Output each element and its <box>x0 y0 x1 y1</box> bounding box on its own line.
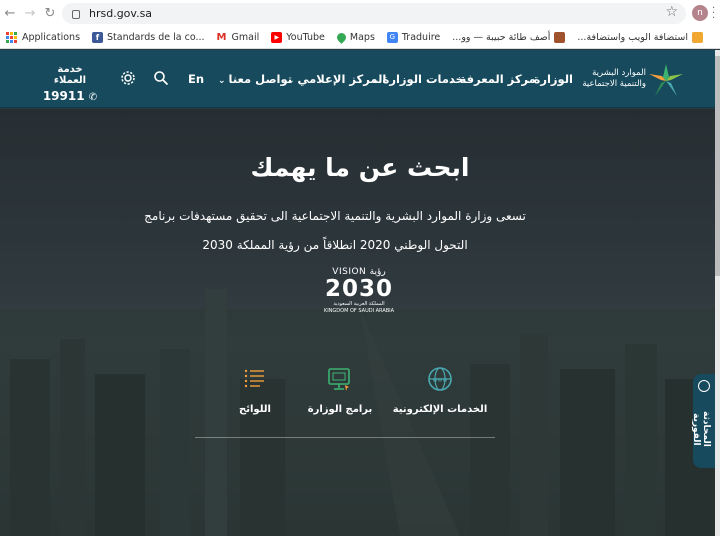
hero-subtitle: تسعى وزارة الموارد البشرية والتنمية الاج… <box>144 209 526 252</box>
customer-service-hotline[interactable]: خدمة العملاء 19911 ✆ <box>40 64 100 103</box>
nav-label: تواصل معنا <box>228 72 293 86</box>
logo-line-2: والتنمية الاجتماعية <box>582 79 646 89</box>
bookmark-label: Gmail <box>231 32 260 43</box>
translate-icon: G <box>386 32 398 43</box>
bookmark-label: استضافة الويب واستضافة... <box>577 32 688 43</box>
nav-ministry[interactable]: الوزارة⌄ <box>523 72 573 86</box>
bookmark-arabic-2[interactable]: استضافة الويب واستضافة... <box>577 32 703 43</box>
hero-divider <box>195 437 495 438</box>
live-chat-label: المحادثة الفورية <box>691 411 711 447</box>
chevron-down-icon: ⌄ <box>523 76 531 86</box>
bookmark-label: Traduire <box>401 32 441 43</box>
chevron-down-icon: ⌄ <box>449 76 457 86</box>
lock-icon <box>72 10 80 19</box>
reload-icon[interactable]: ↻ <box>40 6 60 21</box>
nav-contact[interactable]: تواصل معنا⌄ <box>218 72 292 86</box>
bookmark-standards[interactable]: f Standards de la co... <box>92 32 205 43</box>
url-text: hrsd.gov.sa <box>89 7 153 20</box>
vision-year: 2030 <box>324 276 393 302</box>
vision-en-line: KINGDOM OF SAUDI ARABIA <box>323 308 395 314</box>
list-regulations-icon <box>244 369 264 388</box>
hotline-number-row: 19911 ✆ <box>40 89 100 103</box>
profile-avatar[interactable]: n <box>692 5 708 21</box>
chevron-down-icon: ⌄ <box>372 76 380 86</box>
logo-line-1: الموارد البشرية <box>592 68 646 78</box>
hotline-title: خدمة العملاء <box>53 64 87 86</box>
bookmark-gmail[interactable]: M Gmail <box>217 32 260 43</box>
chevron-down-icon: ⌄ <box>218 76 226 86</box>
hero-section: ابحث عن ما يهمك تسعى وزارة الموارد البشر… <box>0 109 720 536</box>
vision-2030-logo: VISION رؤية 2030 المملكة العربية السعودي… <box>322 267 396 323</box>
page-scrollbar[interactable] <box>715 50 720 536</box>
thumbnail-icon <box>554 32 566 43</box>
vision-ar-line: المملكة العربية السعودية <box>333 301 385 307</box>
back-arrow-icon[interactable]: ← <box>0 6 20 21</box>
gmail-icon: M <box>216 32 227 43</box>
bookmark-label: Applications <box>22 32 81 43</box>
chevron-down-icon: ⌄ <box>287 76 295 86</box>
gear-icon[interactable] <box>120 70 136 86</box>
bookmark-star-icon[interactable]: ☆ <box>665 4 678 20</box>
bookmark-youtube[interactable]: ▶ YouTube <box>271 32 325 43</box>
logo-emblem-icon <box>649 64 683 96</box>
bookmark-translate[interactable]: G Traduire <box>386 32 441 43</box>
bookmark-label: YouTube <box>286 32 325 43</box>
facebook-icon: f <box>92 32 104 43</box>
forward-arrow-icon[interactable]: → <box>20 6 40 21</box>
bookmark-label: Maps <box>349 32 375 43</box>
apps-grid-icon <box>6 32 17 43</box>
chat-bubble-icon <box>698 380 710 392</box>
address-bar[interactable]: hrsd.gov.sa ☆ <box>62 3 686 24</box>
browser-toolbar: ← → ↻ hrsd.gov.sa ☆ n · · · <box>0 0 720 27</box>
ministry-logo[interactable]: الموارد البشرية والتنمية الاجتماعية <box>582 62 712 100</box>
bookmark-arabic-1[interactable]: أصف طائة حبيبة — وو... <box>452 32 566 43</box>
language-toggle[interactable]: En <box>188 72 204 86</box>
service-eservices[interactable]: www الخدمات الإلكترونية <box>385 366 495 415</box>
nav-label: الوزارة <box>533 72 573 86</box>
search-icon[interactable] <box>153 70 169 86</box>
live-chat-tab[interactable]: المحادثة الفورية <box>691 374 715 468</box>
phone-icon: ✆ <box>88 92 98 103</box>
svg-text:www: www <box>433 377 448 384</box>
monitor-icon <box>328 368 350 391</box>
hotline-number: 19911 <box>42 89 85 103</box>
service-label: الخدمات الإلكترونية <box>392 404 488 415</box>
bookmark-maps[interactable]: Maps <box>335 31 375 44</box>
globe-www-icon: www <box>428 367 452 391</box>
maps-pin-icon <box>335 31 348 44</box>
hero-title: ابحث عن ما يهمك <box>250 153 470 182</box>
logo-text: الموارد البشرية والتنمية الاجتماعية <box>582 68 646 90</box>
service-regulations[interactable]: اللوائح <box>200 366 310 415</box>
bookmark-label: Standards de la co... <box>107 32 205 43</box>
scrollbar-thumb[interactable] <box>715 56 720 276</box>
bookmark-applications[interactable]: Applications <box>6 32 80 43</box>
bookmarks-bar: Applications f Standards de la co... M G… <box>0 27 720 49</box>
bookmark-label: أصف طائة حبيبة — وو... <box>452 32 551 43</box>
site-header: خدمة العملاء 19911 ✆ En تواصل معنا⌄ المر… <box>0 50 720 108</box>
browser-menu-icon[interactable]: · · · <box>712 4 715 24</box>
youtube-icon: ▶ <box>271 32 283 43</box>
hosting-icon <box>691 32 703 43</box>
service-label: اللوائح <box>239 404 271 415</box>
